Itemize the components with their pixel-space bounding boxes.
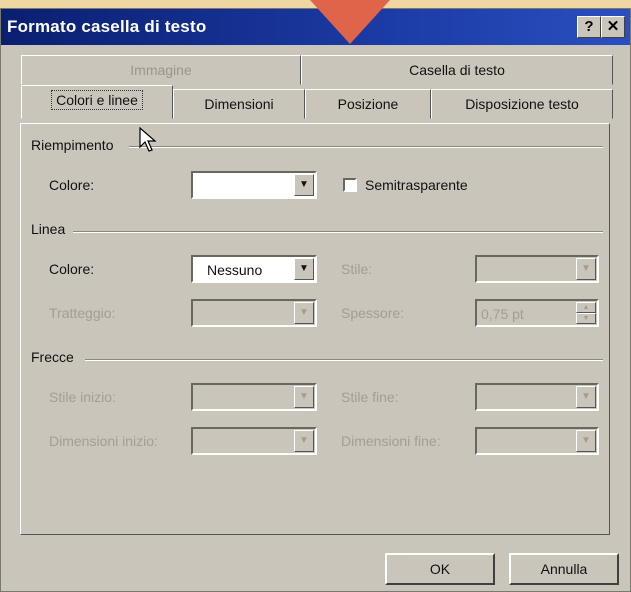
chevron-down-icon: ▼ [576,386,596,408]
spin-up-icon[interactable]: ▲ [576,302,596,313]
line-dash-label: Tratteggio: [49,305,116,321]
tab-immagine[interactable]: Immagine [21,55,301,85]
begin-size-label: Dimensioni inizio: [49,433,158,449]
begin-style-label: Stile inizio: [49,389,116,405]
spin-down-icon[interactable]: ▼ [576,313,596,324]
line-weight-label: Spessore: [341,305,405,321]
tab-dimensioni[interactable]: Dimensioni [173,89,305,119]
end-size-select[interactable]: ▼ [475,427,599,455]
arrows-section-title: Frecce [31,349,74,365]
ok-button[interactable]: OK [385,553,495,585]
cancel-button[interactable]: Annulla [509,553,619,585]
close-icon: ✕ [606,18,620,35]
chevron-down-icon: ▼ [576,258,596,280]
chevron-down-icon: ▼ [294,430,314,452]
end-size-label: Dimensioni fine: [341,433,441,449]
fill-color-select[interactable]: ▼ [191,171,317,199]
end-style-label: Stile fine: [341,389,399,405]
semitransparent-checkbox[interactable] [343,178,357,192]
tab-disposizione-testo[interactable]: Disposizione testo [431,89,613,119]
begin-style-select[interactable]: ▼ [191,383,317,411]
chevron-down-icon: ▼ [294,174,314,196]
arrows-separator [85,359,603,361]
begin-size-select[interactable]: ▼ [191,427,317,455]
end-style-select[interactable]: ▼ [475,383,599,411]
tab-colori-e-linee[interactable]: Colori e linee [21,85,173,119]
line-style-label: Stile: [341,261,373,277]
line-color-label: Colore: [49,261,95,277]
pointer-arrow-icon [310,0,390,44]
chevron-down-icon: ▼ [576,430,596,452]
line-separator [73,231,603,233]
fill-color-label: Colore: [49,177,95,193]
fill-section-title: Riempimento [31,137,114,153]
line-color-select[interactable]: Nessuno ▼ [191,255,317,283]
chevron-down-icon: ▼ [294,258,314,280]
mouse-pointer-icon [139,127,157,152]
line-dash-select[interactable]: ▼ [191,299,317,327]
chevron-down-icon: ▼ [294,386,314,408]
chevron-down-icon: ▼ [294,302,314,324]
fill-separator [129,146,603,148]
dialog-title: Formato casella di testo [7,17,207,36]
semitransparent-label: Semitrasparente [365,177,468,193]
tab-posizione[interactable]: Posizione [305,89,431,119]
line-section-title: Linea [31,221,66,237]
line-weight-stepper[interactable]: 0,75 pt ▲ ▼ [475,299,599,327]
format-textbox-dialog: Formato casella di testo ? ✕ Immagine Ca… [0,8,631,592]
help-button[interactable]: ? [577,16,601,38]
line-style-select[interactable]: ▼ [475,255,599,283]
close-button[interactable]: ✕ [601,16,625,38]
tab-casella-di-testo[interactable]: Casella di testo [301,55,613,85]
